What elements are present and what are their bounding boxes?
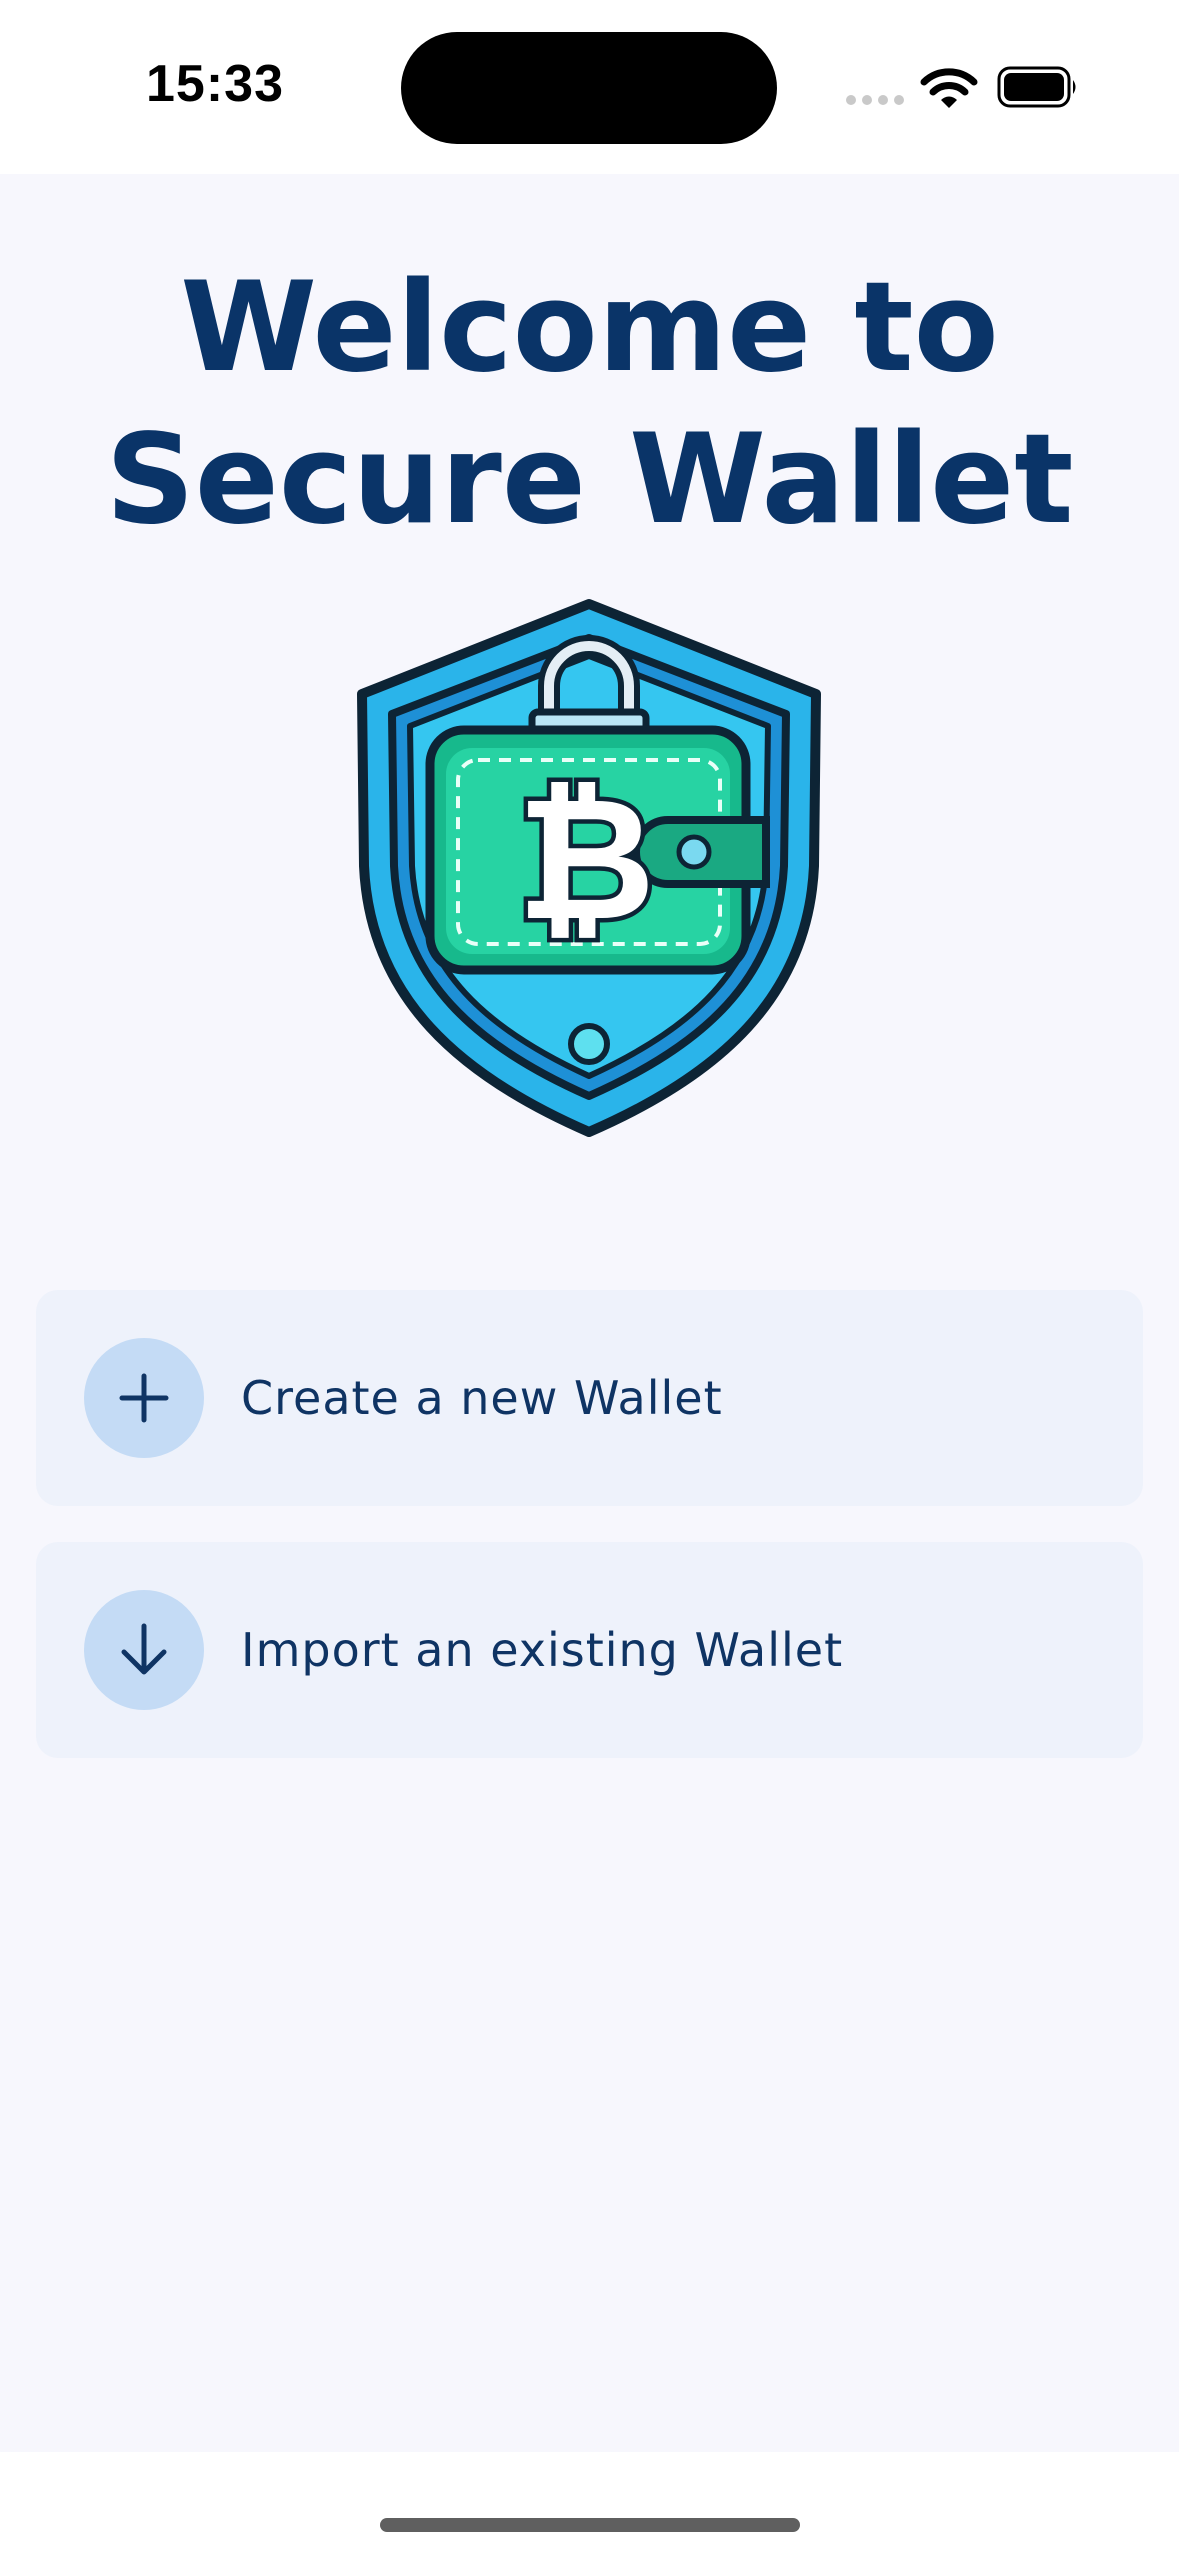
welcome-screen: Welcome to Secure Wallet ₿ Create a new …: [0, 174, 1179, 2452]
page-title: Welcome to Secure Wallet: [105, 256, 1074, 552]
shield-wallet-bitcoin-icon: ₿: [357, 599, 821, 1137]
dynamic-island: [401, 32, 777, 144]
import-wallet-label: Import an existing Wallet: [241, 1623, 844, 1677]
cellular-signal-icon: [846, 95, 904, 105]
home-indicator[interactable]: [380, 2518, 800, 2532]
svg-text:₿: ₿: [517, 761, 656, 959]
status-time: 15:33: [146, 55, 284, 113]
bottom-bar: [0, 2452, 1179, 2556]
plus-icon: [84, 1338, 204, 1458]
battery-icon: [997, 66, 1076, 108]
import-wallet-button[interactable]: Import an existing Wallet: [36, 1542, 1143, 1758]
wifi-icon: [920, 68, 978, 108]
create-wallet-label: Create a new Wallet: [241, 1371, 723, 1425]
status-bar: 15:33: [0, 0, 1179, 174]
arrow-down-icon: [84, 1590, 204, 1710]
create-wallet-button[interactable]: Create a new Wallet: [36, 1290, 1143, 1506]
